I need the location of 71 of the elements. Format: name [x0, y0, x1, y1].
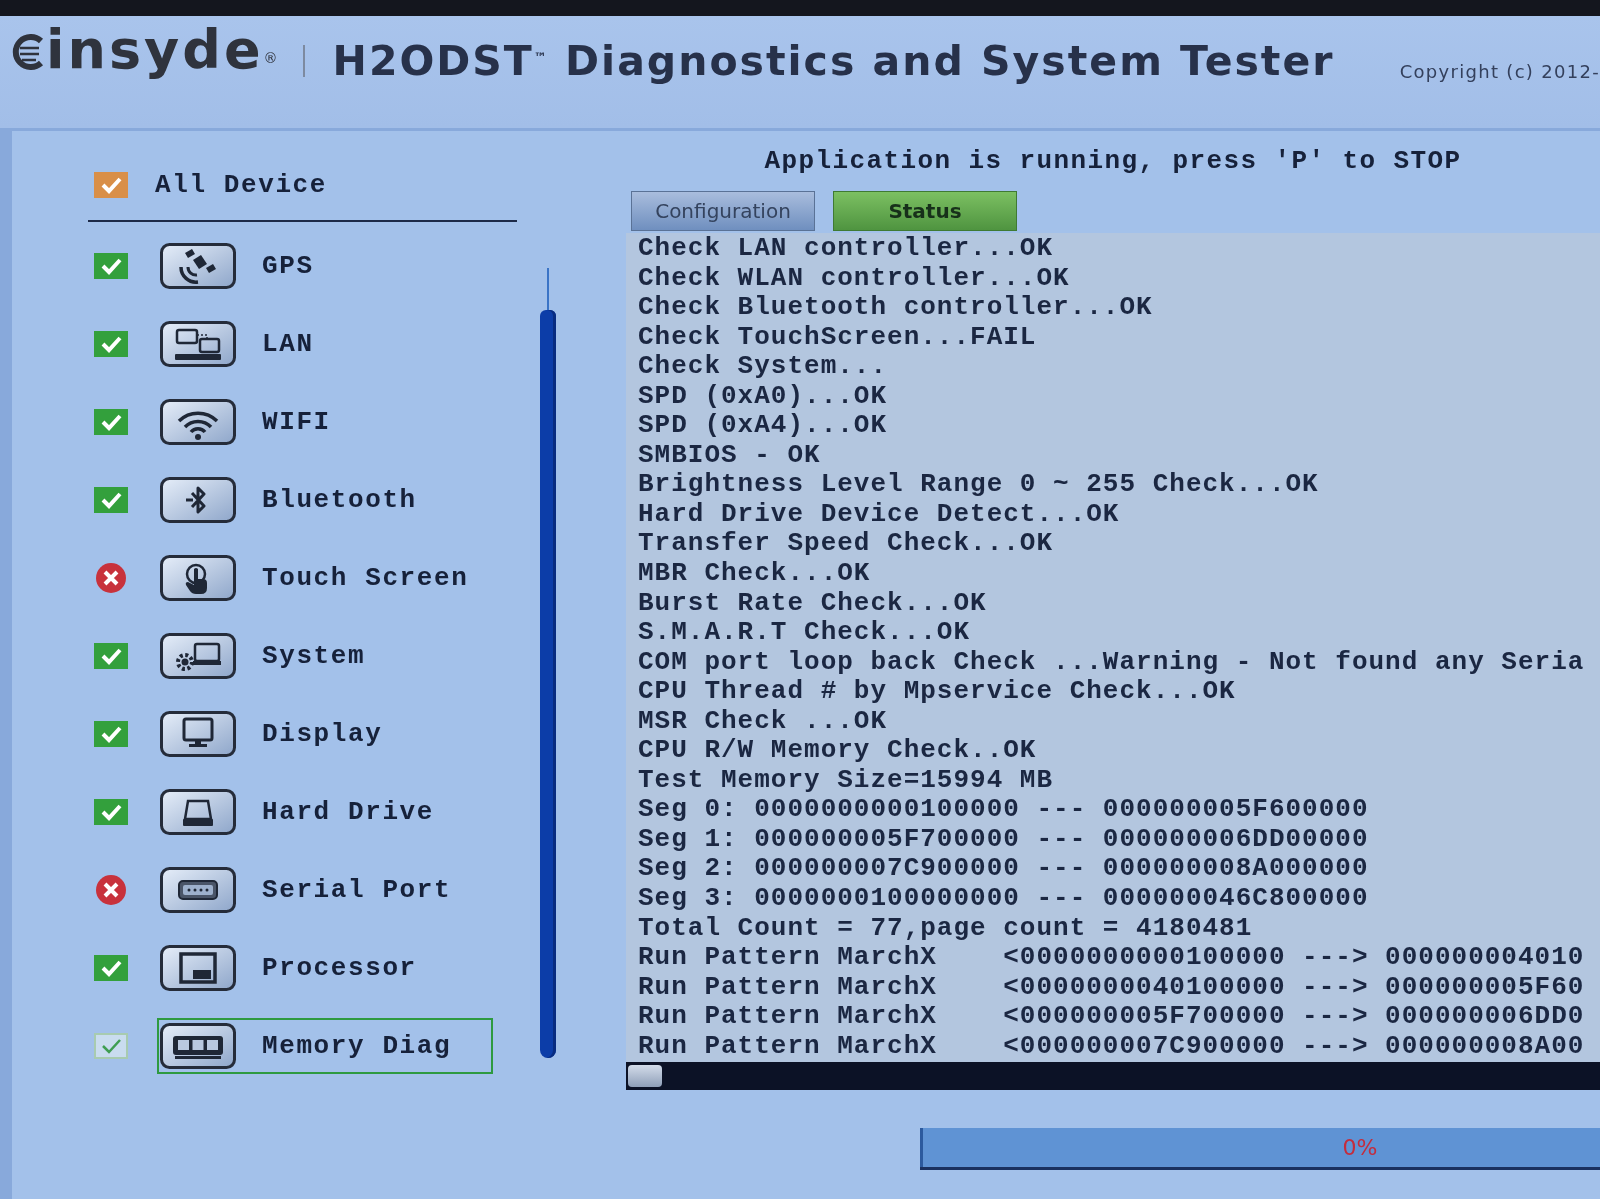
log-line: Run Pattern MarchX <000000007C900000 ---> 000000008A00 [638, 1031, 1586, 1062]
log-line: Hard Drive Device Detect...OK [638, 499, 1121, 530]
device-item[interactable]: Memory Diag [157, 1018, 493, 1074]
log-line: S.M.A.R.T Check...OK [638, 618, 972, 648]
device-item[interactable]: Processor [157, 940, 493, 996]
chip-icon [160, 945, 236, 991]
log-line: Check WLAN controller...OK [638, 263, 1071, 294]
log-line: Check LAN controller...OK [638, 234, 1055, 264]
swirl-logo-icon [12, 34, 44, 70]
log-line: Run Pattern MarchX <0000000040100000 ---> 000000005F60 [638, 972, 1586, 1003]
progress-label: 0% [1342, 1135, 1378, 1160]
log-line: Check System... [638, 352, 889, 382]
device-item[interactable]: WIFI [157, 394, 493, 450]
wifi-icon [160, 399, 236, 445]
status-message: Application is running, press 'P' to STOP [763, 146, 1463, 176]
tab[interactable]: Status [833, 191, 1017, 231]
monitor-icon [160, 711, 236, 757]
copyright-text: Copyright (c) 2012- [1399, 63, 1600, 81]
gear-monitor-icon [160, 633, 236, 679]
log-line: Check TouchScreen...FAIL [638, 322, 1038, 353]
checkbox[interactable] [94, 253, 128, 279]
device-item[interactable]: Serial Port [157, 862, 493, 918]
logo-text: insyde$^{®}$ [46, 23, 281, 77]
log-line: Seg 2: 000000007C900000 --- 000000008A000000 [638, 854, 1370, 885]
log-line: Total Count = 77,page count = 4180481 [638, 913, 1254, 944]
device-item[interactable]: System [157, 628, 493, 684]
device-item[interactable]: Bluetooth [157, 472, 493, 528]
checkbox[interactable] [94, 331, 128, 357]
checkbox[interactable] [94, 643, 128, 669]
device-item[interactable]: GPS [157, 238, 493, 294]
log-line: SMBIOS - OK [638, 440, 822, 471]
log-line: Run Pattern MarchX <0000000000100000 ---> 000000004010 [638, 943, 1586, 973]
log-line: Run Pattern MarchX <000000005F700000 ---> 000000006DD0 [638, 1002, 1586, 1032]
scrollbar-thumb[interactable] [628, 1065, 662, 1087]
checkbox[interactable] [94, 1033, 128, 1059]
log-line: SPD (0xA4)...OK [638, 411, 889, 441]
computers-icon [160, 321, 236, 367]
hard-drive-icon [160, 789, 236, 835]
log-line: CPU Thread # by Mpservice Check...OK [638, 677, 1237, 707]
device-item[interactable]: Touch Screen [157, 550, 493, 606]
log-line: Seg 1: 000000005F700000 --- 000000006DD00000 [638, 824, 1370, 855]
log-line: Check Bluetooth controller...OK [638, 293, 1154, 323]
log-line: CPU R/W Memory Check..OK [638, 736, 1038, 766]
log-line: Transfer Speed Check...OK [638, 529, 1055, 559]
checkbox[interactable] [94, 409, 128, 435]
log-line: Seg 3: 0000000100000000 --- 000000046C800000 [638, 884, 1370, 914]
log-line: SPD (0xA0)...OK [638, 381, 889, 412]
bluetooth-icon [160, 477, 236, 523]
hand-touch-icon [160, 555, 236, 601]
checkbox[interactable] [94, 955, 128, 981]
log-line: COM port loop back Check ...Warning - Not found any Seria [638, 647, 1586, 678]
tab[interactable]: Configuration [631, 191, 815, 231]
checkbox-label: All Device [155, 170, 328, 200]
serial-port-icon [160, 867, 236, 913]
app-title: H2ODST$^{™}$ Diagnostics and System Tester [332, 41, 1335, 82]
log-line: Seg 0: 0000000000100000 --- 000000005F600000 [638, 795, 1370, 825]
log-line: MBR Check...OK [638, 559, 872, 589]
device-item[interactable]: Hard Drive [157, 784, 493, 840]
device-item[interactable]: LAN [157, 316, 493, 372]
horizontal-scrollbar[interactable] [626, 1062, 1600, 1090]
checkbox[interactable] [94, 172, 128, 198]
checkbox[interactable] [94, 487, 128, 513]
log-line: Brightness Level Range 0 ~ 255 Check...OK [638, 470, 1320, 500]
log-line: Burst Rate Check...OK [638, 588, 988, 619]
log-line: Test Memory Size=15994 MB [638, 765, 1055, 796]
satellite-icon [160, 243, 236, 289]
memory-module-icon [160, 1023, 236, 1069]
checkbox[interactable] [94, 721, 128, 747]
device-item[interactable]: Display [157, 706, 493, 762]
checkbox[interactable] [94, 799, 128, 825]
log-line: MSR Check ...OK [638, 706, 889, 737]
